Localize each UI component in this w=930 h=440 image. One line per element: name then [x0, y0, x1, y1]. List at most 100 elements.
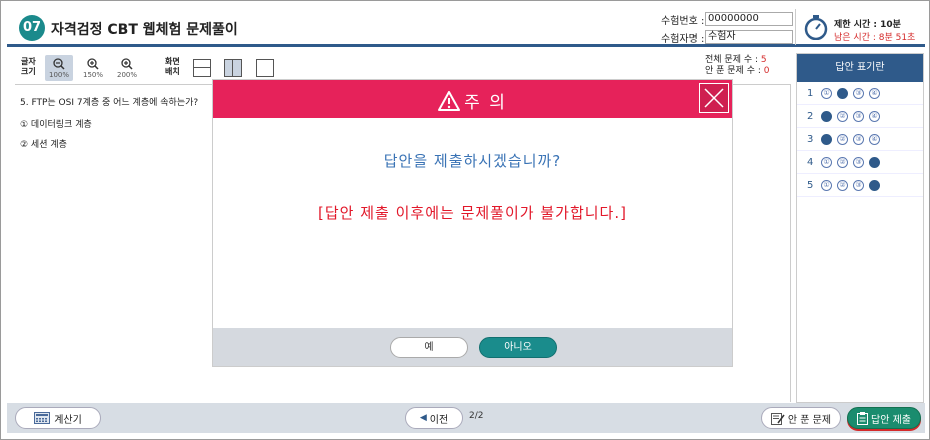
answer-options: ②③④ [821, 110, 880, 122]
answer-option-3[interactable]: ③ [853, 110, 864, 122]
calculator-button[interactable]: 계산기 [15, 407, 101, 429]
zoom-in-icon [79, 55, 107, 71]
exam-number-label: 수험번호 : [661, 15, 705, 27]
no-button[interactable]: 아니오 [479, 337, 557, 358]
layout-single-button[interactable] [256, 59, 274, 77]
answer-option-3[interactable]: ③ [853, 87, 864, 99]
dialog-question: 답안을 제출하시겠습니까? [383, 152, 562, 170]
answer-option-2[interactable]: ② [837, 179, 848, 191]
answer-option-3[interactable]: ③ [853, 156, 864, 168]
zoom-150-button[interactable]: 150% [79, 55, 107, 81]
font-size-label: 글자 크기 [21, 57, 36, 76]
zoom-200-label: 200% [116, 71, 137, 79]
unsolved-count-label: 안 푼 문제 수 : [705, 66, 761, 76]
close-icon [704, 88, 724, 108]
answer-row-number: 4 [807, 156, 814, 168]
layout-split-vertical-button[interactable] [224, 59, 242, 77]
answer-option-4[interactable] [869, 156, 880, 168]
question-counts: 전체 문제 수 : 5 안 푼 문제 수 : 0 [705, 55, 770, 77]
note-edit-icon [770, 412, 785, 425]
answer-option-4[interactable]: ④ [869, 110, 880, 122]
prev-button[interactable]: ◀ 이전 [405, 407, 463, 429]
answer-row-number: 5 [807, 179, 814, 191]
examinee-label: 수험자명 : [661, 33, 705, 45]
time-remaining: 남은 시간 : 8분 51초 [834, 33, 916, 43]
bottom-bar: 계산기 ◀ 이전 2/2 안 푼 문제 답안 제출 [7, 403, 925, 433]
choice-2[interactable]: ② 세션 계층 [20, 137, 67, 150]
answer-options: ②③④ [821, 133, 880, 145]
dialog-warning: [답안 제출 이후에는 문제풀이가 불가합니다.] [318, 204, 627, 222]
timer-box: 제한 시간 : 10분 남은 시간 : 8분 51초 [795, 9, 925, 45]
screen-layout-label: 화면 배치 [165, 57, 180, 76]
prev-label: 이전 [429, 414, 449, 426]
examinee-value: 수험자 [705, 30, 793, 44]
calculator-icon [34, 412, 51, 424]
answer-row-number: 3 [807, 133, 814, 145]
answer-row: 2 ②③④ [797, 105, 923, 128]
answer-option-2[interactable]: ② [837, 133, 848, 145]
total-questions-value: 5 [760, 55, 767, 65]
answer-option-3[interactable]: ③ [853, 133, 864, 145]
layout-split-horizontal-button[interactable] [193, 59, 211, 77]
unsolved-button[interactable]: 안 푼 문제 [761, 407, 841, 429]
page-indicator: 2/2 [469, 411, 484, 421]
zoom-out-icon [45, 55, 73, 71]
answer-panel: 답안 표기란 1①③④2②③④3②③④4①②③5①②③ [796, 53, 924, 403]
zoom-in-icon [113, 55, 141, 71]
answer-row: 1① ③④ [797, 82, 923, 105]
answer-options: ①②③ [821, 179, 880, 191]
answer-option-1[interactable] [821, 110, 832, 122]
dialog-title: 주 의 [213, 88, 732, 113]
unsolved-button-label: 안 푼 문제 [787, 414, 832, 426]
answer-panel-title: 답안 표기란 [797, 54, 923, 82]
answer-option-2[interactable]: ② [837, 156, 848, 168]
answer-option-2[interactable] [837, 87, 848, 99]
answer-row-number: 2 [807, 110, 814, 122]
answer-options: ① ③④ [821, 87, 880, 99]
answer-row: 4①②③ [797, 151, 923, 174]
total-questions-label: 전체 문제 수 : [705, 55, 759, 65]
answer-option-2[interactable]: ② [837, 110, 848, 122]
answer-option-4[interactable]: ④ [869, 133, 880, 145]
answer-option-4[interactable]: ④ [869, 87, 880, 99]
time-limit: 제한 시간 : 10분 [834, 20, 901, 30]
app-title: 자격검정 CBT 웹체험 문제풀이 [51, 22, 238, 38]
answer-option-1[interactable] [821, 133, 832, 145]
examinee-info: 수험번호 : 00000000 수험자명 : 수험자 [661, 11, 793, 45]
dialog-body: 답안을 제출하시겠습니까? [답안 제출 이후에는 문제풀이가 불가합니다.] [213, 118, 732, 328]
header-bar: 07 자격검정 CBT 웹체험 문제풀이 수험번호 : 00000000 수험자… [7, 7, 925, 47]
answer-option-1[interactable]: ① [821, 87, 832, 99]
unsolved-count-value: 0 [763, 66, 770, 76]
zoom-200-button[interactable]: 200% [113, 55, 141, 81]
zoom-150-label: 150% [82, 71, 103, 79]
submit-answer-label: 답안 제출 [871, 414, 911, 426]
zoom-100-label: 100% [48, 71, 69, 79]
submit-answer-button[interactable]: 답안 제출 [847, 407, 921, 429]
answer-row: 3 ②③④ [797, 128, 923, 151]
exam-number-value: 00000000 [705, 12, 793, 26]
answer-row-number: 1 [807, 87, 814, 99]
arrow-left-icon: ◀ [419, 413, 427, 423]
answer-options: ①②③ [821, 156, 880, 168]
question-text: 5. FTP는 OSI 7계층 중 어느 계층에 속하는가? [20, 98, 199, 108]
answer-row: 5①②③ [797, 174, 923, 197]
clipboard-icon [857, 411, 868, 425]
confirm-dialog: 주 의 답안을 제출하시겠습니까? [답안 제출 이후에는 문제풀이가 불가합니… [213, 80, 732, 366]
exam-badge: 07 [19, 15, 45, 41]
dialog-header: 주 의 [213, 80, 732, 118]
dialog-footer: 예 아니오 [213, 328, 732, 366]
calculator-label: 계산기 [54, 414, 82, 426]
answer-rows: 1①③④2②③④3②③④4①②③5①②③ [797, 82, 923, 197]
warning-icon [438, 91, 461, 111]
answer-option-1[interactable]: ① [821, 179, 832, 191]
stopwatch-icon [804, 15, 828, 40]
toolbar: 글자 크기 100% 150% 200% 화면 배치 전체 문제 수: 5 안… [15, 53, 791, 83]
yes-button[interactable]: 예 [390, 337, 468, 358]
answer-option-3[interactable]: ③ [853, 179, 864, 191]
dialog-close-button[interactable] [699, 83, 729, 113]
app-window: 07 자격검정 CBT 웹체험 문제풀이 수험번호 : 00000000 수험자… [0, 0, 930, 440]
zoom-100-button[interactable]: 100% [45, 55, 73, 81]
answer-option-1[interactable]: ① [821, 156, 832, 168]
answer-option-4[interactable] [869, 179, 880, 191]
choice-1[interactable]: ① 데이터링크 계층 [20, 117, 92, 130]
